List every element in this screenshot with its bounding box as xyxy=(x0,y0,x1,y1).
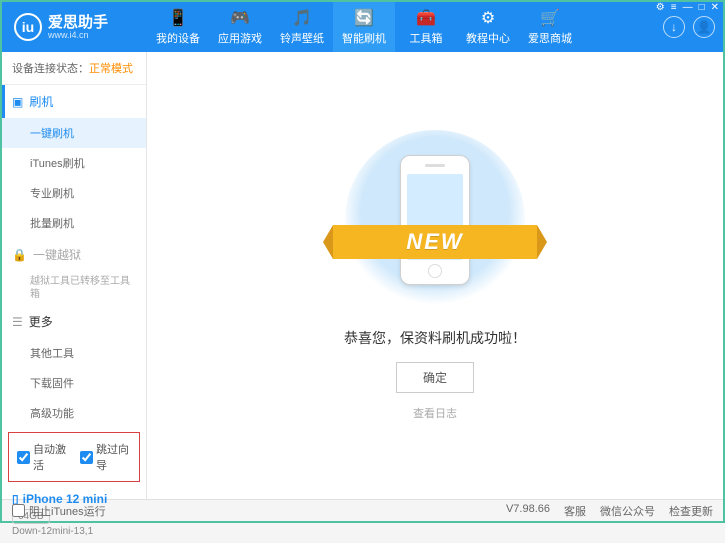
tab-store[interactable]: 🛒爱思商城 xyxy=(519,2,581,52)
sidebar: 设备连接状态：正常模式 ▣ 刷机 一键刷机 iTunes刷机 专业刷机 批量刷机… xyxy=(2,52,147,499)
sidebar-item-other-tools[interactable]: 其他工具 xyxy=(2,338,146,368)
footer-update[interactable]: 检查更新 xyxy=(669,503,713,519)
nav-tabs: 📱我的设备 🎮应用游戏 🎵铃声壁纸 🔄智能刷机 🧰工具箱 ⚙教程中心 🛒爱思商城 xyxy=(147,2,581,52)
checkbox-skip-guide[interactable]: 跳过向导 xyxy=(80,441,131,473)
download-button[interactable]: ↓ xyxy=(663,16,685,38)
app-url: www.i4.cn xyxy=(48,30,108,40)
confirm-button[interactable]: 确定 xyxy=(396,362,474,393)
main-content: NEW 恭喜您，保资料刷机成功啦！ 确定 查看日志 xyxy=(147,52,723,499)
footer-wechat[interactable]: 微信公众号 xyxy=(600,503,655,519)
sidebar-item-advanced[interactable]: 高级功能 xyxy=(2,398,146,428)
menu-icon[interactable]: ≡ xyxy=(671,2,677,13)
connection-status: 设备连接状态：正常模式 xyxy=(2,52,146,85)
tab-ringtone-wallpaper[interactable]: 🎵铃声壁纸 xyxy=(271,2,333,52)
checkbox-auto-activate[interactable]: 自动激活 xyxy=(17,441,68,473)
header-bar: iu 爱思助手 www.i4.cn 📱我的设备 🎮应用游戏 🎵铃声壁纸 🔄智能刷… xyxy=(2,2,723,52)
new-banner: NEW xyxy=(333,225,537,259)
view-log-link[interactable]: 查看日志 xyxy=(413,405,457,421)
section-more[interactable]: ☰ 更多 xyxy=(2,305,146,338)
sidebar-item-oneclick-flash[interactable]: 一键刷机 xyxy=(2,118,146,148)
minimize-icon[interactable]: — xyxy=(683,2,693,13)
sidebar-item-batch-flash[interactable]: 批量刷机 xyxy=(2,208,146,238)
success-message: 恭喜您，保资料刷机成功啦！ xyxy=(344,328,526,348)
device-model: Down-12mini-13,1 xyxy=(12,526,136,537)
tab-my-device[interactable]: 📱我的设备 xyxy=(147,2,209,52)
maximize-icon[interactable]: □ xyxy=(699,2,705,13)
sidebar-item-pro-flash[interactable]: 专业刷机 xyxy=(2,178,146,208)
music-icon: 🎵 xyxy=(292,8,312,28)
phone-icon: 📱 xyxy=(168,8,188,28)
sidebar-item-itunes-flash[interactable]: iTunes刷机 xyxy=(2,148,146,178)
section-flash[interactable]: ▣ 刷机 xyxy=(2,85,146,118)
jailbreak-note: 越狱工具已转移至工具箱 xyxy=(2,271,146,305)
user-button[interactable]: 👤 xyxy=(693,16,715,38)
lock-icon: 🔒 xyxy=(12,248,27,262)
more-icon: ☰ xyxy=(12,315,23,329)
tab-apps-games[interactable]: 🎮应用游戏 xyxy=(209,2,271,52)
version-label: V7.98.66 xyxy=(506,503,550,519)
app-name: 爱思助手 xyxy=(48,15,108,30)
cart-icon: 🛒 xyxy=(540,8,560,28)
tab-smart-flash[interactable]: 🔄智能刷机 xyxy=(333,2,395,52)
phone-shape xyxy=(400,155,470,285)
checkbox-row: 自动激活 跳过向导 xyxy=(8,432,140,482)
toolbox-icon: 🧰 xyxy=(416,8,436,28)
tab-toolbox[interactable]: 🧰工具箱 xyxy=(395,2,457,52)
section-jailbreak[interactable]: 🔒 一键越狱 xyxy=(2,238,146,271)
new-label: NEW xyxy=(406,229,463,255)
phone-illustration: NEW xyxy=(345,130,525,310)
gear-icon: ⚙ xyxy=(481,8,495,28)
app-logo-icon: iu xyxy=(14,13,42,41)
sidebar-item-download-firmware[interactable]: 下载固件 xyxy=(2,368,146,398)
footer-service[interactable]: 客服 xyxy=(564,503,586,519)
settings-icon[interactable]: ⚙ xyxy=(656,2,665,13)
header-right: ↓ 👤 xyxy=(663,16,723,38)
refresh-icon: 🔄 xyxy=(354,8,374,28)
close-icon[interactable]: ✕ xyxy=(711,2,719,13)
window-controls: ⚙ ≡ — □ ✕ xyxy=(656,2,719,13)
tab-tutorials[interactable]: ⚙教程中心 xyxy=(457,2,519,52)
checkbox-block-itunes[interactable]: 阻止iTunes运行 xyxy=(12,503,106,519)
flash-icon: ▣ xyxy=(12,95,23,109)
logo-area: iu 爱思助手 www.i4.cn xyxy=(2,13,147,41)
game-icon: 🎮 xyxy=(230,8,250,28)
